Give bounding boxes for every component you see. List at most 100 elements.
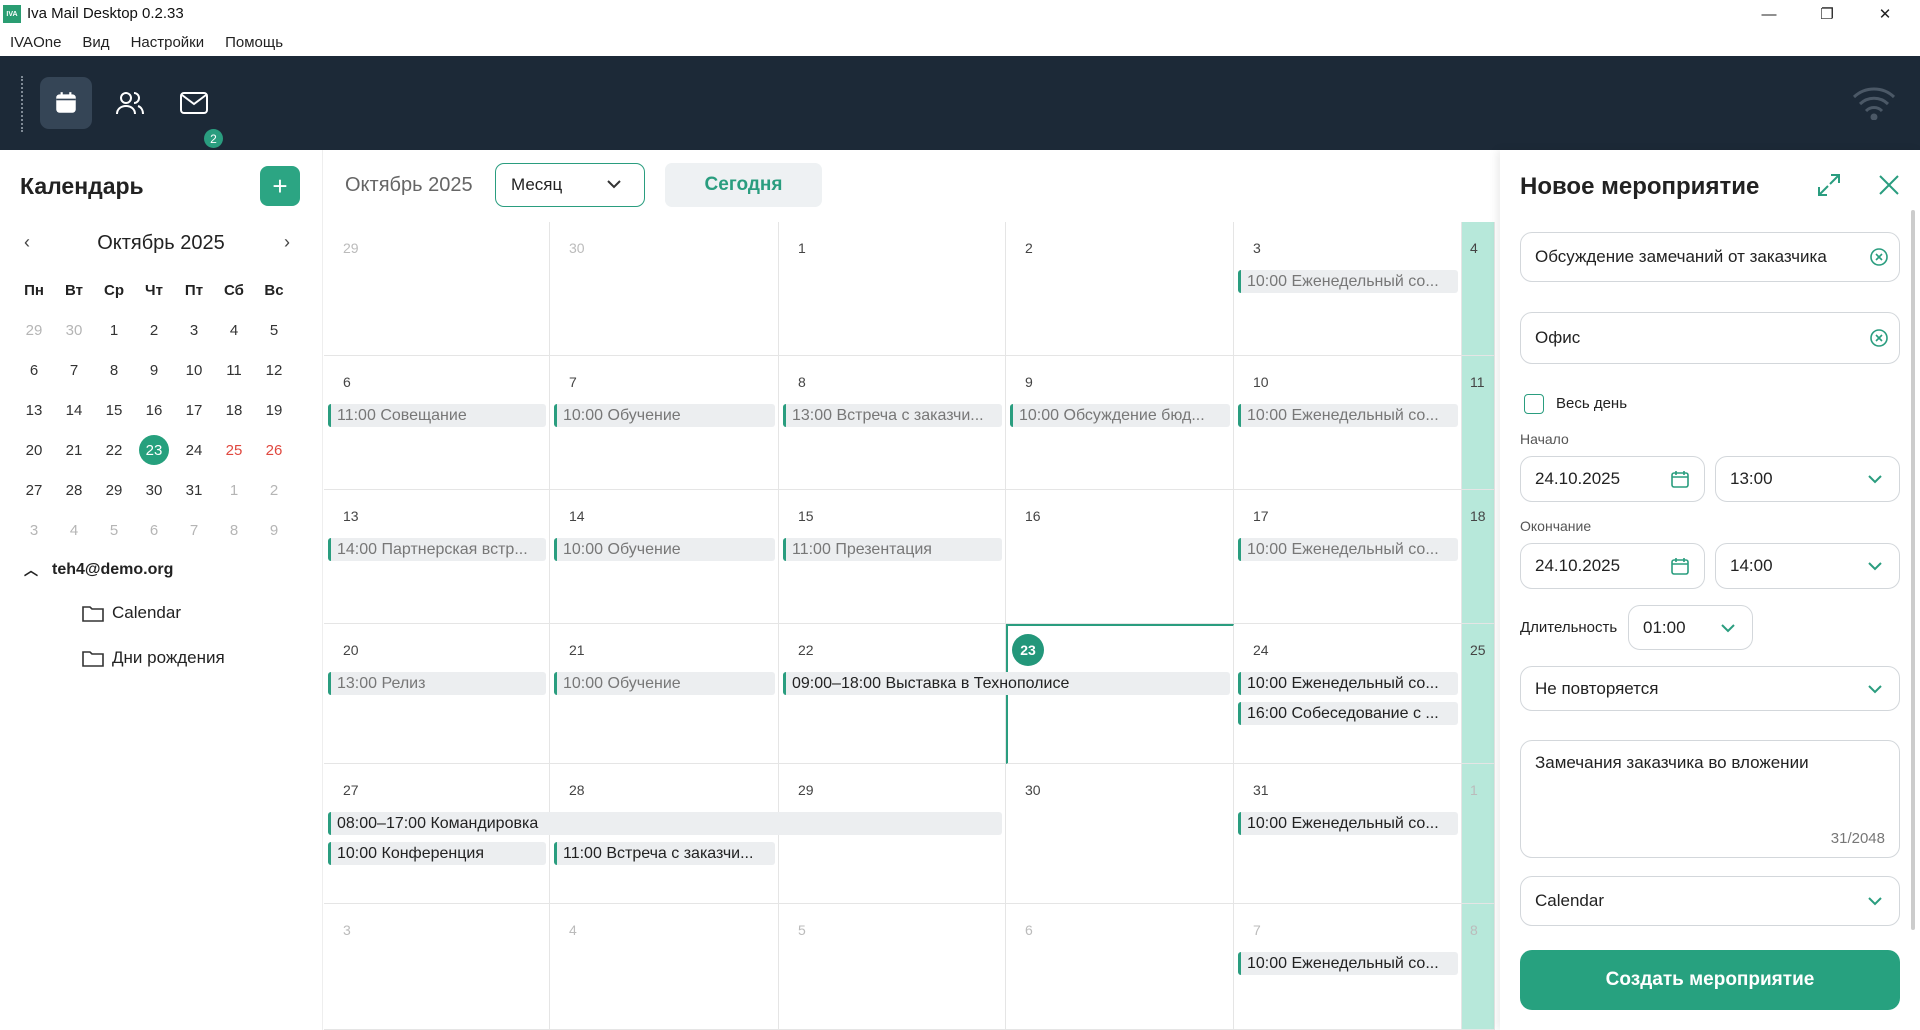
calendar-day-cell-weekend[interactable]: 25	[1462, 624, 1495, 764]
calendar-event[interactable]: 11:00 Презентация	[783, 538, 1002, 561]
calendar-picker-icon[interactable]	[1670, 469, 1690, 489]
mini-day[interactable]: 26	[254, 430, 294, 470]
mini-day[interactable]: 18	[214, 390, 254, 430]
mini-day[interactable]: 21	[54, 430, 94, 470]
calendar-day-cell[interactable]: 3	[324, 904, 550, 1030]
mini-day[interactable]: 9	[134, 350, 174, 390]
mini-day[interactable]: 4	[54, 510, 94, 550]
mini-day[interactable]: 14	[54, 390, 94, 430]
calendar-event[interactable]: 10:00 Еженедельный со...	[1238, 404, 1458, 427]
mini-day[interactable]: 8	[214, 510, 254, 550]
folder-item-calendar[interactable]: Calendar	[82, 603, 181, 623]
mini-day[interactable]: 20	[14, 430, 54, 470]
nav-mail-button[interactable]	[168, 77, 220, 129]
calendar-event[interactable]: 13:00 Встреча с заказчи...	[783, 404, 1002, 427]
mini-day[interactable]: 22	[94, 430, 134, 470]
calendar-event[interactable]: 09:00–18:00 Выставка в Технополисе	[783, 672, 1230, 695]
calendar-event[interactable]: 11:00 Совещание	[328, 404, 546, 427]
nav-calendar-button[interactable]	[40, 77, 92, 129]
mini-day[interactable]: 1	[94, 310, 134, 350]
calendar-event[interactable]: 10:00 Еженедельный со...	[1238, 952, 1458, 975]
calendar-event[interactable]: 14:00 Партнерская встр...	[328, 538, 546, 561]
calendar-day-cell[interactable]: 2	[1006, 222, 1234, 356]
calendar-event[interactable]: 16:00 Собеседование с ...	[1238, 702, 1458, 725]
calendar-event[interactable]: 10:00 Обучение	[554, 538, 775, 561]
calendar-event[interactable]: 10:00 Еженедельный со...	[1238, 672, 1458, 695]
mini-day[interactable]: 24	[174, 430, 214, 470]
clear-icon[interactable]	[1869, 328, 1889, 348]
clear-icon[interactable]	[1869, 247, 1889, 267]
mini-day[interactable]: 17	[174, 390, 214, 430]
mini-day[interactable]: 2	[134, 310, 174, 350]
calendar-event[interactable]: 10:00 Еженедельный со...	[1238, 270, 1458, 293]
calendar-day-cell-weekend[interactable]: 1	[1462, 764, 1495, 904]
mini-day[interactable]: 27	[14, 470, 54, 510]
mini-prev-month-icon[interactable]: ‹	[24, 232, 30, 253]
start-date-input[interactable]: 24.10.2025	[1520, 456, 1705, 502]
today-button[interactable]: Сегодня	[665, 163, 822, 207]
mini-day[interactable]: 25	[214, 430, 254, 470]
menu-item-help[interactable]: Помощь	[225, 34, 283, 51]
event-subject-input[interactable]: Обсуждение замечаний от заказчика	[1520, 232, 1900, 282]
calendar-day-cell[interactable]: 30	[1006, 764, 1234, 904]
menu-item-view[interactable]: Вид	[82, 34, 109, 51]
minimize-button[interactable]: —	[1740, 0, 1798, 28]
repeat-select[interactable]: Не повторяется	[1520, 666, 1900, 711]
calendar-event[interactable]: 10:00 Еженедельный со...	[1238, 812, 1458, 835]
mini-day[interactable]: 1	[214, 470, 254, 510]
mini-day[interactable]: 30	[134, 470, 174, 510]
mini-day[interactable]: 3	[14, 510, 54, 550]
end-date-input[interactable]: 24.10.2025	[1520, 543, 1705, 589]
mini-day[interactable]: 7	[54, 350, 94, 390]
calendar-event[interactable]: 11:00 Встреча с заказчи...	[554, 842, 775, 865]
mini-day[interactable]: 2	[254, 470, 294, 510]
view-select[interactable]: Месяц	[495, 163, 645, 207]
maximize-button[interactable]: ❐	[1798, 0, 1856, 28]
event-location-input[interactable]: Офис	[1520, 312, 1900, 364]
duration-select[interactable]: 01:00	[1628, 605, 1753, 650]
calendar-event[interactable]: 13:00 Релиз	[328, 672, 546, 695]
mini-day[interactable]: 6	[134, 510, 174, 550]
calendar-event[interactable]: 10:00 Обучение	[554, 404, 775, 427]
account-tree-item[interactable]: ︿ teh4@demo.org	[24, 560, 173, 580]
calendar-day-cell[interactable]: 29	[324, 222, 550, 356]
mini-day[interactable]: 31	[174, 470, 214, 510]
mini-day[interactable]: 19	[254, 390, 294, 430]
mini-day[interactable]: 6	[14, 350, 54, 390]
nav-contacts-button[interactable]	[104, 77, 156, 129]
mini-day[interactable]: 16	[134, 390, 174, 430]
calendar-day-cell-weekend[interactable]: 4	[1462, 222, 1495, 356]
mini-day[interactable]: 9	[254, 510, 294, 550]
description-textarea[interactable]: Замечания заказчика во вложении 31/2048	[1520, 740, 1900, 858]
end-time-select[interactable]: 14:00	[1715, 543, 1900, 589]
all-day-checkbox[interactable]	[1524, 394, 1544, 414]
mini-day[interactable]: 30	[54, 310, 94, 350]
expand-icon[interactable]	[1816, 172, 1842, 198]
calendar-day-cell-weekend[interactable]: 18	[1462, 490, 1495, 624]
calendar-select[interactable]: Calendar	[1520, 876, 1900, 926]
add-calendar-button[interactable]: +	[260, 166, 300, 206]
mini-day[interactable]: 15	[94, 390, 134, 430]
close-window-button[interactable]: ✕	[1856, 0, 1914, 28]
calendar-day-cell[interactable]: 1	[779, 222, 1006, 356]
panel-scrollbar[interactable]	[1911, 210, 1915, 930]
menu-item-settings[interactable]: Настройки	[131, 34, 205, 51]
calendar-event[interactable]: 10:00 Конференция	[328, 842, 546, 865]
mini-day[interactable]: 29	[14, 310, 54, 350]
mini-day[interactable]: 7	[174, 510, 214, 550]
menu-item-ivaone[interactable]: IVAOne	[10, 34, 61, 51]
mini-day[interactable]: 29	[94, 470, 134, 510]
calendar-event[interactable]: 10:00 Обсуждение бюд...	[1010, 404, 1230, 427]
mini-day[interactable]: 8	[94, 350, 134, 390]
calendar-day-cell-weekend[interactable]: 11	[1462, 356, 1495, 490]
mini-day[interactable]: 12	[254, 350, 294, 390]
mini-day[interactable]: 10	[174, 350, 214, 390]
mini-day[interactable]: 13	[14, 390, 54, 430]
mini-day-today[interactable]: 23	[134, 430, 174, 470]
mini-day[interactable]: 3	[174, 310, 214, 350]
close-panel-icon[interactable]	[1878, 174, 1900, 196]
calendar-event[interactable]: 10:00 Обучение	[554, 672, 775, 695]
mini-day[interactable]: 5	[254, 310, 294, 350]
calendar-day-cell[interactable]: 30	[550, 222, 779, 356]
calendar-event[interactable]: 10:00 Еженедельный со...	[1238, 538, 1458, 561]
